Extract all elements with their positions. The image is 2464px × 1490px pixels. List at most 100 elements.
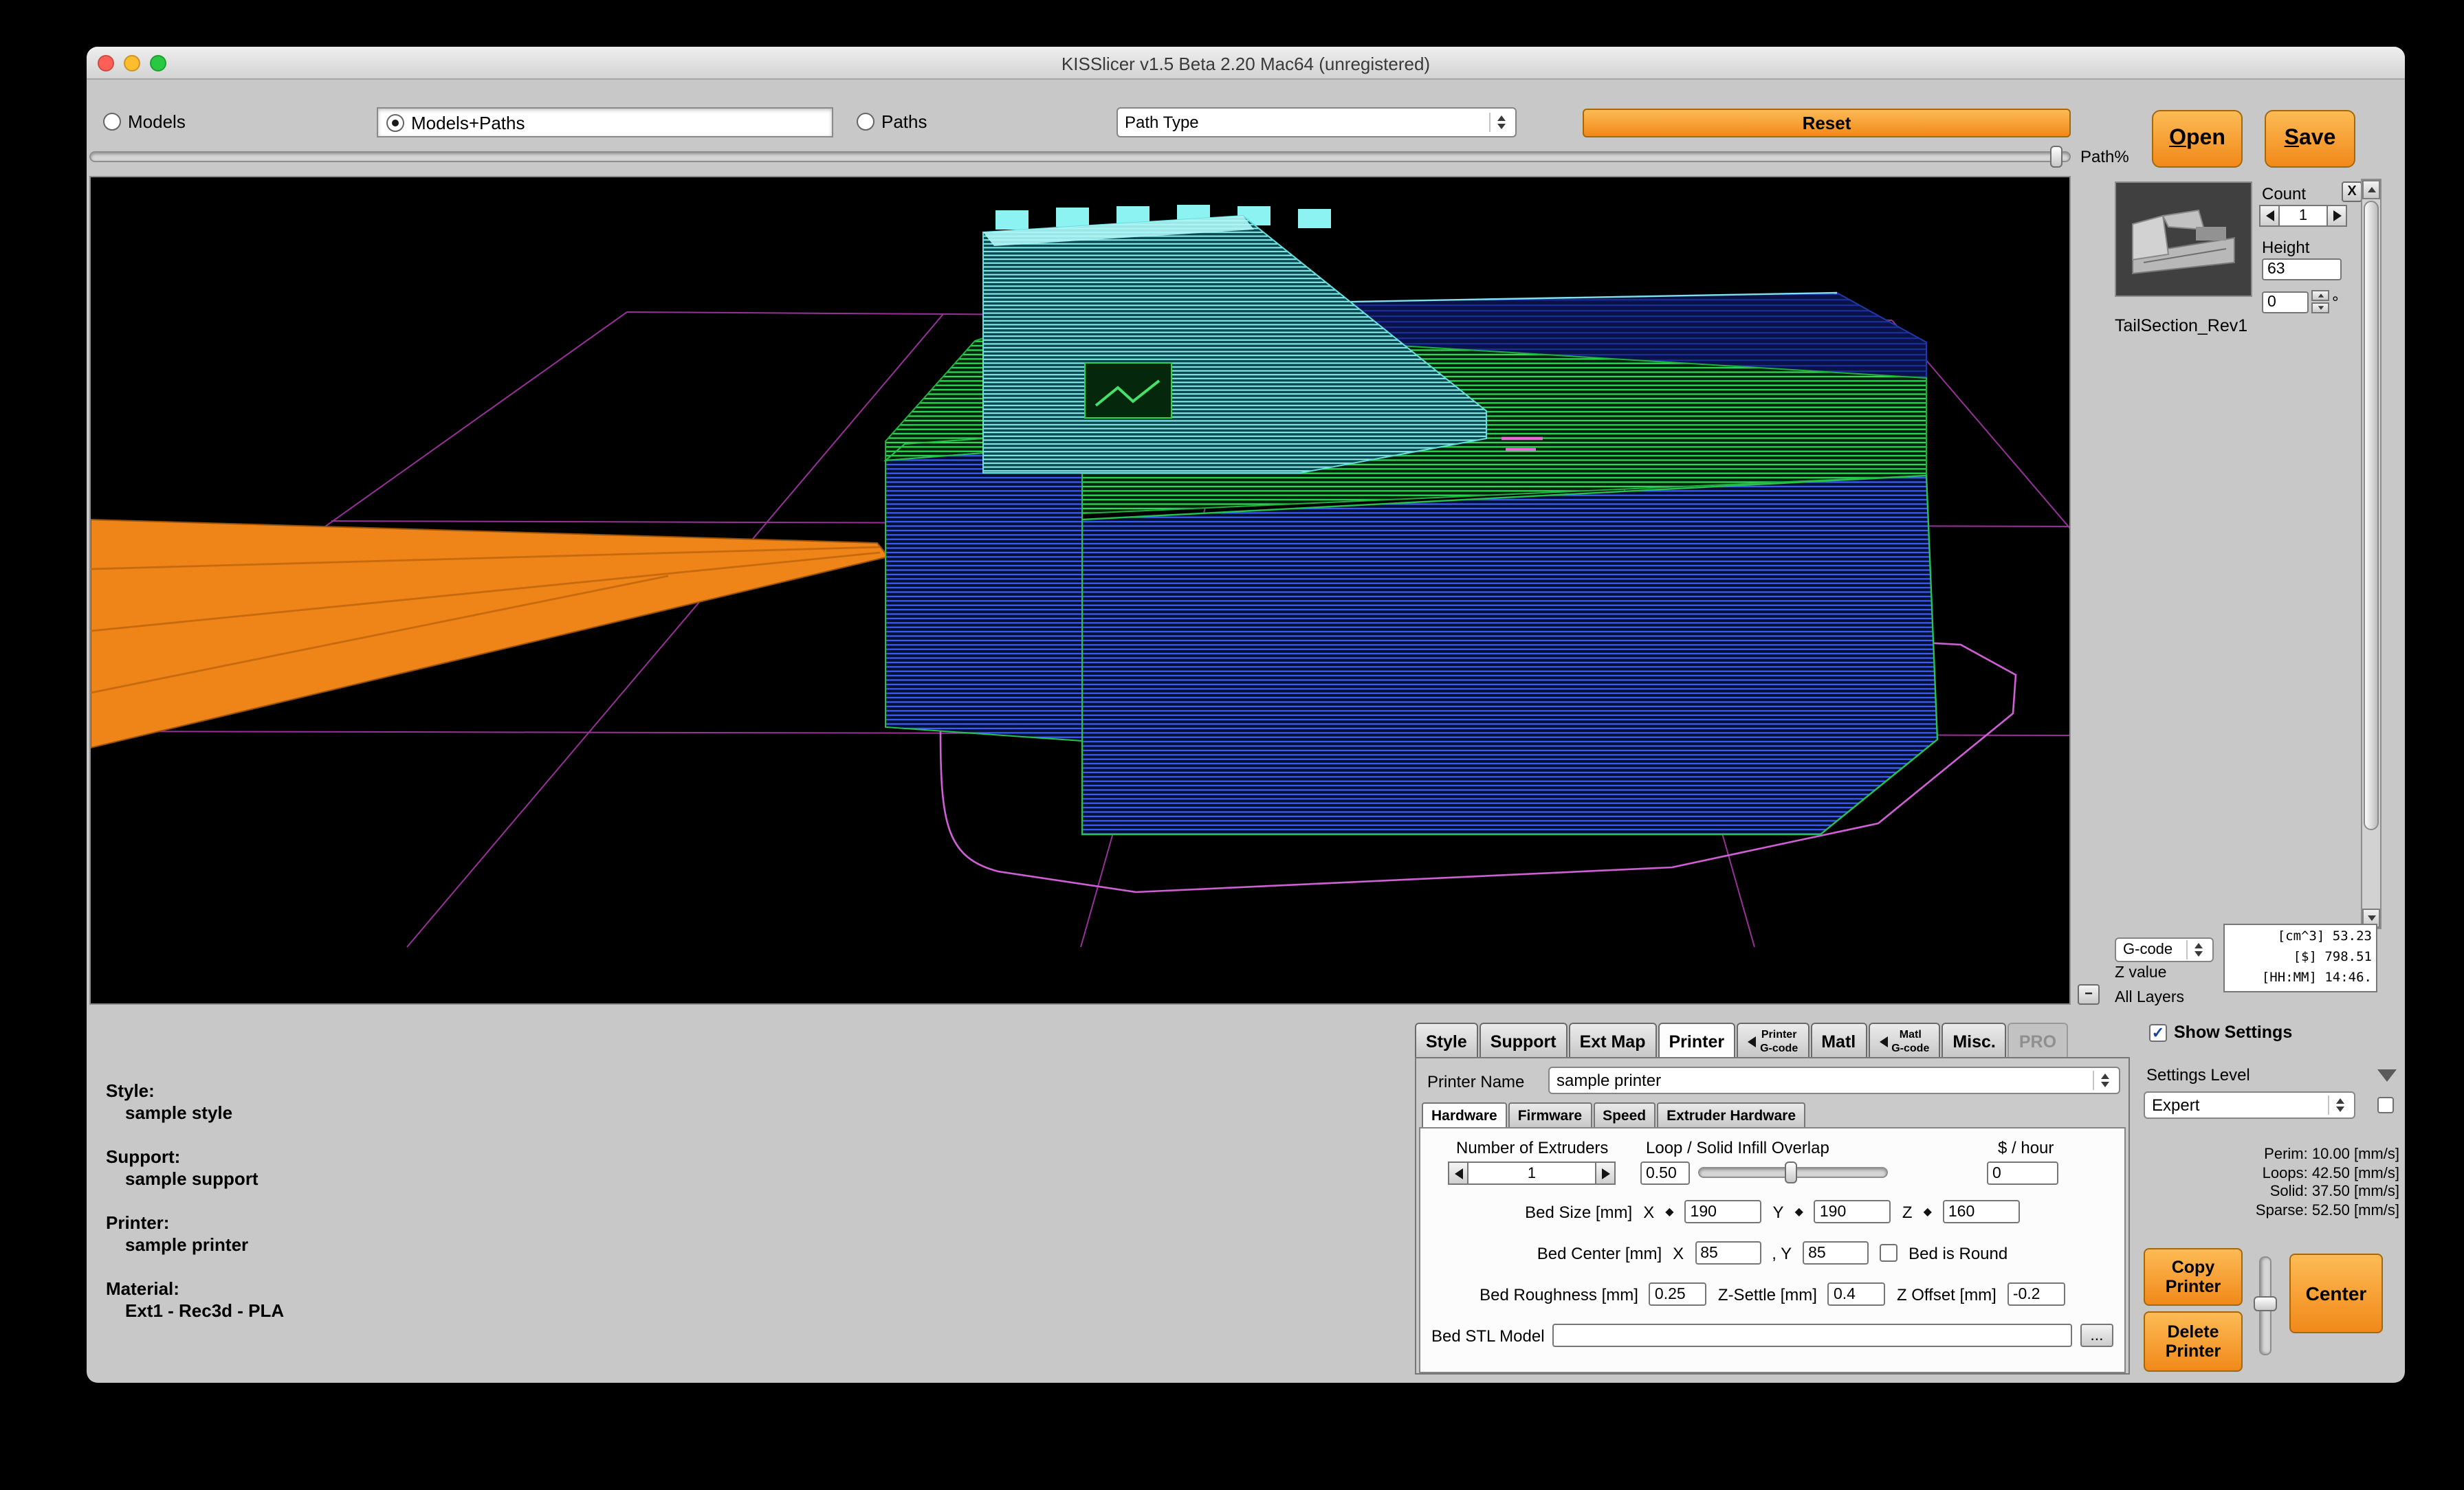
- show-settings-checkbox[interactable]: ✓: [2149, 1023, 2167, 1041]
- copy-printer-button[interactable]: Copy Printer: [2144, 1248, 2243, 1306]
- rotation-control: 0 °: [2262, 290, 2339, 313]
- bed-z-field[interactable]: 160: [1943, 1200, 2020, 1223]
- loops-speed: Loops: 42.50 [mm/s]: [2144, 1165, 2399, 1183]
- hour-cost-field[interactable]: 0: [1987, 1161, 2058, 1185]
- model-name-label[interactable]: TailSection_Rev1: [2115, 316, 2351, 335]
- count-value[interactable]: 1: [2280, 205, 2326, 227]
- models-paths-radio[interactable]: Models+Paths: [386, 113, 525, 133]
- tab-matl[interactable]: Matl: [1810, 1023, 1867, 1058]
- save-button[interactable]: Save: [2265, 110, 2355, 168]
- bed-x-label: X: [1643, 1202, 1654, 1221]
- bed-y-field[interactable]: 190: [1814, 1200, 1891, 1223]
- scroll-up-button[interactable]: [2362, 180, 2380, 199]
- settings-tabs: Style Support Ext Map Printer Printer G-…: [1415, 1021, 2069, 1058]
- models-radio[interactable]: Models: [103, 111, 186, 132]
- window-title: KISSlicer v1.5 Beta 2.20 Mac64 (unregist…: [87, 54, 2405, 74]
- overlap-field[interactable]: 0.50: [1640, 1161, 1690, 1185]
- bed-stl-field[interactable]: [1553, 1324, 2072, 1347]
- roughness-field[interactable]: 0.25: [1649, 1282, 1707, 1306]
- stepper-diamond-icon[interactable]: ◆: [1795, 1205, 1803, 1218]
- show-settings-control[interactable]: ✓ Show Settings: [2149, 1023, 2292, 1042]
- rotation-field[interactable]: 0: [2262, 291, 2309, 313]
- hour-cost-label: $ / hour: [1998, 1138, 2054, 1157]
- settings-level-dropdown-icon[interactable]: [2377, 1069, 2397, 1082]
- slider-handle[interactable]: [2254, 1296, 2277, 1311]
- subtab-firmware[interactable]: Firmware: [1508, 1102, 1592, 1127]
- printer-summary-value: sample printer: [125, 1234, 248, 1255]
- bed-center-label: Bed Center [mm]: [1537, 1243, 1662, 1263]
- gcode-select[interactable]: G-code: [2115, 937, 2214, 962]
- spin-up-icon[interactable]: [2311, 290, 2329, 301]
- slider-handle[interactable]: [2050, 146, 2062, 168]
- bed-size-row: Bed Size [mm] X ◆ 190 Y ◆ 190 Z ◆ 160: [1420, 1200, 2124, 1223]
- all-layers-label: All Layers: [2115, 990, 2184, 1006]
- center-y-label: , Y: [1772, 1243, 1792, 1263]
- viewport-collapse-button[interactable]: −: [2078, 984, 2100, 1005]
- minus-icon: −: [2084, 987, 2093, 1002]
- path-type-select[interactable]: Path Type: [1116, 107, 1517, 137]
- hardware-tab-content: Number of Extruders 1 Loop / Solid Infil…: [1419, 1127, 2126, 1373]
- height-field[interactable]: 63: [2262, 258, 2342, 280]
- subtab-extruder-hardware[interactable]: Extruder Hardware: [1657, 1102, 1805, 1127]
- bed-round-checkbox[interactable]: [1880, 1244, 1898, 1262]
- bed-x-field[interactable]: 190: [1685, 1200, 1762, 1223]
- screen: KISSlicer v1.5 Beta 2.20 Mac64 (unregist…: [0, 0, 2464, 1490]
- count-increment-button[interactable]: [2326, 205, 2347, 227]
- tab-matl-gcode[interactable]: Matl G-code: [1868, 1023, 1940, 1058]
- tab-ext-map[interactable]: Ext Map: [1569, 1023, 1657, 1058]
- stepper-diamond-icon[interactable]: ◆: [1924, 1205, 1932, 1218]
- bed-round-label: Bed is Round: [1908, 1243, 2008, 1263]
- settings-lock-checkbox[interactable]: [2377, 1097, 2394, 1113]
- spin-down-icon[interactable]: [2311, 302, 2329, 313]
- center-button[interactable]: Center: [2289, 1254, 2383, 1333]
- center-x-field[interactable]: 85: [1695, 1241, 1761, 1265]
- settings-level-select[interactable]: Expert: [2144, 1091, 2355, 1119]
- scrollbar-thumb[interactable]: [2364, 201, 2379, 830]
- panel-vertical-slider[interactable]: [2259, 1256, 2272, 1355]
- overlap-slider[interactable]: [1698, 1167, 1888, 1178]
- slider-handle[interactable]: [1785, 1161, 1797, 1183]
- tab-printer-gcode[interactable]: Printer G-code: [1737, 1023, 1809, 1058]
- bed-misc-row: Bed Roughness [mm] 0.25 Z-Settle [mm] 0.…: [1420, 1282, 2124, 1306]
- browse-button[interactable]: ...: [2080, 1324, 2113, 1347]
- zsettle-label: Z-Settle [mm]: [1718, 1285, 1817, 1304]
- stepper-arrows-icon: [2328, 1096, 2347, 1115]
- num-extruders-value[interactable]: 1: [1468, 1161, 1595, 1185]
- extruders-increment-button[interactable]: [1595, 1161, 1616, 1185]
- zsettle-field[interactable]: 0.4: [1828, 1282, 1886, 1306]
- overlap-label: Loop / Solid Infill Overlap: [1646, 1138, 1829, 1157]
- tab-pro[interactable]: PRO: [2008, 1023, 2067, 1058]
- remove-model-button[interactable]: X: [2342, 181, 2362, 202]
- count-stepper: 1: [2259, 205, 2347, 227]
- model-list-scrollbar[interactable]: [2361, 179, 2382, 929]
- path-type-value: Path Type: [1125, 113, 1199, 132]
- stepper-arrows-icon: [1489, 113, 1508, 132]
- stepper-arrows-icon: [2093, 1071, 2112, 1090]
- path-percent-slider[interactable]: [89, 151, 2071, 162]
- viewport-3d[interactable]: [89, 176, 2071, 1005]
- center-y-field[interactable]: 85: [1803, 1241, 1869, 1265]
- delete-printer-button[interactable]: Delete Printer: [2144, 1311, 2243, 1372]
- tab-support[interactable]: Support: [1480, 1023, 1568, 1058]
- stepper-diamond-icon[interactable]: ◆: [1665, 1205, 1673, 1218]
- bed-size-label: Bed Size [mm]: [1525, 1202, 1632, 1221]
- subtab-hardware[interactable]: Hardware: [1422, 1102, 1507, 1127]
- tab-misc[interactable]: Misc.: [1942, 1023, 2007, 1058]
- subtab-speed[interactable]: Speed: [1593, 1102, 1656, 1127]
- open-button[interactable]: Open: [2152, 110, 2243, 168]
- printer-name-select[interactable]: sample printer: [1548, 1067, 2120, 1094]
- extruders-decrement-button[interactable]: [1448, 1161, 1468, 1185]
- tab-style[interactable]: Style: [1415, 1023, 1478, 1058]
- count-decrement-button[interactable]: [2259, 205, 2280, 227]
- tab-printer[interactable]: Printer: [1658, 1023, 1736, 1058]
- radio-icon: [103, 113, 121, 131]
- bed-center-row: Bed Center [mm] X 85 , Y 85 Bed is Round: [1420, 1241, 2124, 1265]
- printer-name-value: sample printer: [1556, 1071, 1661, 1090]
- zoffset-field[interactable]: -0.2: [2008, 1282, 2065, 1306]
- bed-z-label: Z: [1902, 1202, 1913, 1221]
- paths-radio[interactable]: Paths: [857, 111, 927, 132]
- model-thumbnail[interactable]: [2115, 181, 2252, 297]
- rotation-spinner[interactable]: [2311, 290, 2329, 313]
- reset-button[interactable]: Reset: [1583, 109, 2071, 137]
- num-extruders-stepper: 1: [1448, 1161, 1616, 1185]
